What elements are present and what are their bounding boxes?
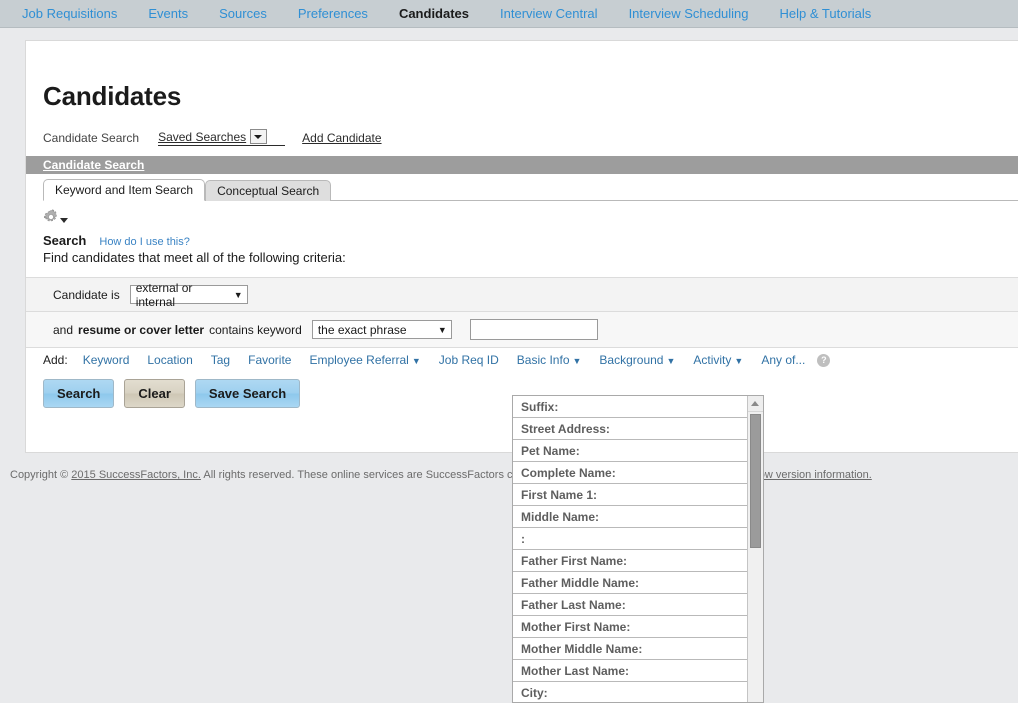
options-toolbar xyxy=(43,207,1018,227)
search-heading-row: Search How do I use this? xyxy=(43,233,1018,248)
dropdown-item-mother-first-name[interactable]: Mother First Name: xyxy=(513,616,748,638)
nav-item-events[interactable]: Events xyxy=(148,6,188,21)
footer-copyright-link[interactable]: 2015 SuccessFactors, Inc. xyxy=(71,469,201,481)
scroll-up-arrow-icon[interactable] xyxy=(748,396,763,412)
add-candidate-link[interactable]: Add Candidate xyxy=(302,131,381,145)
add-link-employee-referral[interactable]: Employee Referral ▼ xyxy=(309,353,420,367)
chevron-down-icon: ▼ xyxy=(734,356,744,366)
dropdown-item-street-address[interactable]: Street Address: xyxy=(513,418,748,440)
criteria-block: Candidate is external or internal ▼ and … xyxy=(26,277,1018,348)
add-link-activity[interactable]: Activity ▼ xyxy=(693,353,743,367)
add-link-employee-referral-label: Employee Referral xyxy=(309,353,409,367)
subnav-candidate-search-label: Candidate Search xyxy=(43,130,140,145)
chevron-down-icon: ▼ xyxy=(233,289,243,300)
save-search-button[interactable]: Save Search xyxy=(194,379,301,408)
dropdown-item-blank[interactable]: : xyxy=(513,528,748,550)
tab-keyword-and-item-search[interactable]: Keyword and Item Search xyxy=(43,179,206,201)
criteria-label-contains-keyword: contains keyword xyxy=(209,322,302,337)
nav-item-candidates[interactable]: Candidates xyxy=(399,6,469,21)
page-title: Candidates xyxy=(43,81,182,111)
nav-item-interview-central[interactable]: Interview Central xyxy=(500,6,598,21)
chevron-down-icon: ▼ xyxy=(411,356,421,366)
nav-item-help-tutorials[interactable]: Help & Tutorials xyxy=(780,6,872,21)
nav-item-sources[interactable]: Sources xyxy=(219,6,267,21)
saved-searches-dropdown-icon[interactable] xyxy=(250,129,268,144)
dropdown-item-father-last-name[interactable]: Father Last Name: xyxy=(513,594,748,616)
dropdown-item-mother-middle-name[interactable]: Mother Middle Name: xyxy=(513,638,748,660)
dropdown-item-pet-name[interactable]: Pet Name: xyxy=(513,440,748,462)
search-button[interactable]: Search xyxy=(43,379,115,408)
keyword-match-type-select[interactable]: the exact phrase ▼ xyxy=(311,320,452,339)
basic-info-dropdown-list: Suffix: Street Address: Pet Name: Comple… xyxy=(513,396,748,702)
footer: Copyright © 2015 SuccessFactors, Inc. Al… xyxy=(0,469,1018,481)
chevron-down-icon: ▼ xyxy=(666,356,676,366)
dropdown-item-father-middle-name[interactable]: Father Middle Name: xyxy=(513,572,748,594)
saved-searches-group: Saved Searches xyxy=(158,129,286,146)
candidate-type-select-value: external or internal xyxy=(135,280,193,309)
help-icon[interactable]: ? xyxy=(817,353,831,367)
footer-copyright-prefix: Copyright © xyxy=(10,469,72,481)
add-link-basic-info-label: Basic Info xyxy=(516,353,570,367)
candidate-search-card: Candidates Candidate Search Saved Search… xyxy=(25,40,1018,453)
sub-navigation: Candidate Search Saved Searches Add Cand… xyxy=(43,129,1018,146)
criteria-label-candidate-is: Candidate is xyxy=(53,287,120,302)
dropdown-item-middle-name[interactable]: Middle Name: xyxy=(513,506,748,528)
dropdown-item-complete-name[interactable]: Complete Name: xyxy=(513,462,748,484)
gear-icon[interactable] xyxy=(43,209,59,225)
footer-show-version-link[interactable]: Show version information. xyxy=(745,469,872,481)
add-link-job-req-id[interactable]: Job Req ID xyxy=(439,353,499,367)
candidate-type-select[interactable]: external or internal ▼ xyxy=(129,281,248,309)
add-link-activity-label: Activity xyxy=(693,353,732,367)
page-body: Candidates Candidate Search Saved Search… xyxy=(0,29,1018,703)
chevron-down-icon: ▼ xyxy=(572,356,582,366)
add-link-favorite[interactable]: Favorite xyxy=(248,353,291,367)
tab-conceptual-search[interactable]: Conceptual Search xyxy=(205,180,332,201)
nav-item-preferences[interactable]: Preferences xyxy=(298,6,368,21)
add-criteria-row: Add: Keyword Location Tag Favorite Emplo… xyxy=(26,348,1018,371)
gear-dropdown-caret-icon[interactable] xyxy=(60,218,68,223)
add-link-location[interactable]: Location xyxy=(147,353,192,367)
criteria-label-resume-or-cover-letter: resume or cover letter xyxy=(78,322,205,337)
section-band: Candidate Search xyxy=(26,156,1018,174)
add-label: Add: xyxy=(43,353,68,367)
criteria-row-candidate-is: Candidate is external or internal ▼ xyxy=(26,278,1018,312)
keyword-input[interactable] xyxy=(469,319,598,340)
add-link-basic-info[interactable]: Basic Info ▼ xyxy=(517,353,582,367)
nav-item-job-requisitions[interactable]: Job Requisitions xyxy=(22,6,117,21)
criteria-instruction: Find candidates that meet all of the fol… xyxy=(43,250,346,265)
saved-searches-link[interactable]: Saved Searches xyxy=(158,130,246,144)
dropdown-item-mother-last-name[interactable]: Mother Last Name: xyxy=(513,660,748,682)
chevron-down-icon: ▼ xyxy=(437,324,447,335)
dropdown-scrollbar-thumb[interactable] xyxy=(750,414,762,548)
top-navigation-bar: Job Requisitions Events Sources Preferen… xyxy=(0,0,1018,28)
search-heading: Search xyxy=(43,233,87,248)
dropdown-item-father-first-name[interactable]: Father First Name: xyxy=(513,550,748,572)
add-link-any-of[interactable]: Any of... xyxy=(761,353,805,367)
basic-info-dropdown-menu[interactable]: Suffix: Street Address: Pet Name: Comple… xyxy=(512,395,764,703)
nav-item-interview-scheduling[interactable]: Interview Scheduling xyxy=(629,6,749,21)
clear-button[interactable]: Clear xyxy=(124,379,185,408)
dropdown-item-city[interactable]: City: xyxy=(513,682,747,702)
add-link-background[interactable]: Background ▼ xyxy=(599,353,675,367)
criteria-label-and: and xyxy=(53,322,74,337)
dropdown-scrollbar[interactable] xyxy=(747,396,763,702)
section-band-label[interactable]: Candidate Search xyxy=(43,158,144,172)
add-link-tag[interactable]: Tag xyxy=(211,353,230,367)
add-link-keyword[interactable]: Keyword xyxy=(83,353,130,367)
search-tabs: Keyword and Item Search Conceptual Searc… xyxy=(43,178,1018,201)
criteria-row-keyword: and resume or cover letter contains keyw… xyxy=(26,312,1018,348)
dropdown-item-first-name-1[interactable]: First Name 1: xyxy=(513,484,748,506)
add-link-background-label: Background xyxy=(599,353,664,367)
dropdown-item-suffix[interactable]: Suffix: xyxy=(513,396,748,418)
how-do-i-use-this-link[interactable]: How do I use this? xyxy=(99,236,190,248)
keyword-match-type-select-value: the exact phrase xyxy=(317,322,407,337)
